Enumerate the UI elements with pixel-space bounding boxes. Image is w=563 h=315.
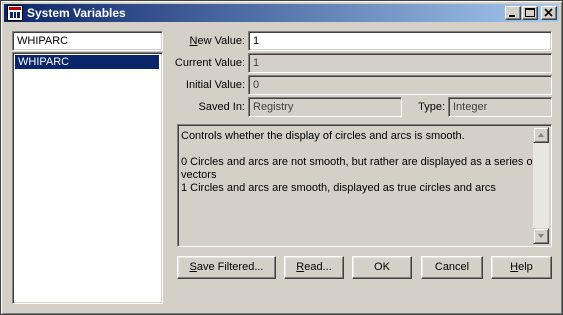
initial-value-field: 0: [248, 75, 552, 95]
arrow-down-icon: [538, 234, 544, 238]
variable-list[interactable]: WHIPARC: [12, 52, 163, 304]
maximize-button[interactable]: [522, 6, 538, 20]
arrow-up-icon: [538, 133, 544, 137]
initial-value-text: 0: [253, 79, 260, 91]
window-title: System Variables: [27, 6, 126, 20]
minimize-icon: [509, 15, 515, 17]
description-line: 0 Circles and arcs are not smooth, but r…: [181, 156, 536, 168]
list-item[interactable]: WHIPARC: [15, 55, 159, 69]
description-scrollbar[interactable]: [533, 127, 549, 244]
title-bar[interactable]: System Variables: [4, 4, 559, 22]
scroll-down-button[interactable]: [533, 228, 549, 244]
help-button[interactable]: Help: [491, 256, 552, 279]
save-filtered-button[interactable]: Save Filtered...: [177, 256, 276, 279]
saved-in-text: Registry: [253, 101, 294, 113]
type-field: Integer: [448, 97, 552, 117]
initial-value-label: Initial Value:: [185, 79, 245, 91]
list-item-label: WHIPARC: [18, 56, 70, 68]
ok-button[interactable]: OK: [352, 256, 412, 279]
current-value-field: 1: [248, 53, 552, 73]
filter-input-value: WHIPARC: [17, 35, 69, 47]
scroll-up-button[interactable]: [533, 127, 549, 143]
description-line: Controls whether the display of circles …: [181, 130, 465, 142]
description-box[interactable]: Controls whether the display of circles …: [177, 124, 552, 247]
type-text: Integer: [453, 101, 488, 113]
description-line: vectors: [181, 169, 217, 181]
maximize-icon: [525, 8, 535, 17]
cancel-button[interactable]: Cancel: [421, 256, 483, 279]
minimize-button[interactable]: [505, 6, 521, 20]
close-button[interactable]: [541, 6, 557, 20]
current-value-label: Current Value:: [174, 57, 245, 69]
system-variables-window: System Variables WHIPARC WHIPARC New Val…: [0, 0, 563, 315]
close-icon: [544, 8, 553, 17]
saved-in-field: Registry: [248, 97, 402, 117]
filter-input[interactable]: WHIPARC: [12, 31, 163, 51]
current-value-text: 1: [253, 57, 260, 69]
saved-in-label: Saved In:: [198, 101, 245, 113]
system-variables-icon: [7, 5, 23, 21]
new-value-text: 1: [253, 35, 260, 47]
new-value-label: New Value:: [189, 35, 245, 47]
description-line: 1 Circles and arcs are smooth, displayed…: [181, 182, 496, 194]
type-label: Type:: [418, 101, 445, 113]
read-button[interactable]: Read...: [284, 256, 344, 279]
new-value-field[interactable]: 1: [248, 31, 552, 51]
